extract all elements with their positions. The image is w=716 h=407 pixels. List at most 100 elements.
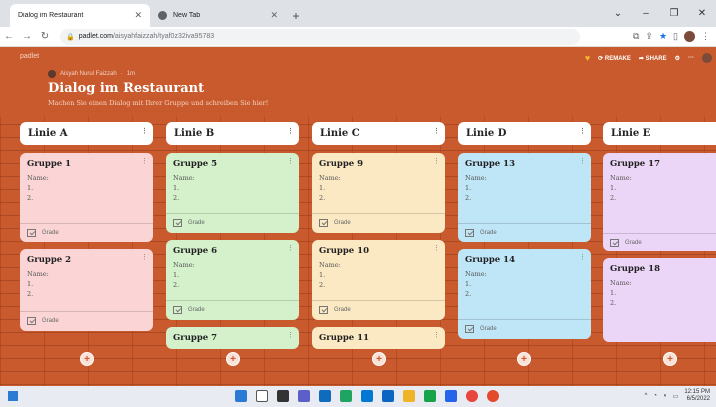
battery-icon[interactable]: ▭ xyxy=(673,393,679,400)
store-icon[interactable] xyxy=(319,390,331,402)
column-header[interactable]: Linie B ⋮ xyxy=(166,122,299,145)
post-card[interactable]: Gruppe 2 Name: 1. 2. ⋮ Grade xyxy=(20,249,153,331)
post-card[interactable]: Gruppe 5 Name: 1. 2. ⋮ Grade xyxy=(166,153,299,233)
column-title: Linie D xyxy=(466,128,507,139)
chrome-icon[interactable] xyxy=(466,390,478,402)
padlet-logo[interactable]: padlet xyxy=(20,53,39,60)
more-icon[interactable]: ⋮ xyxy=(433,157,440,165)
add-post-button[interactable]: + xyxy=(517,352,531,366)
gear-icon[interactable]: ⚙ xyxy=(675,55,680,62)
close-tab-icon[interactable]: ✕ xyxy=(270,10,278,21)
grade-button[interactable]: Grade xyxy=(20,311,153,329)
more-icon[interactable]: ⋮ xyxy=(579,253,586,261)
task-view-icon[interactable] xyxy=(277,390,289,402)
edge-icon[interactable] xyxy=(361,390,373,402)
tab-dialog-im-restaurant[interactable]: Dialog im Restaurant ✕ xyxy=(10,4,150,60)
post-card[interactable]: Gruppe 18 Name: 1. 2. xyxy=(603,258,716,342)
sidepanel-icon[interactable]: ▯ xyxy=(673,31,678,42)
card-title: Gruppe 13 xyxy=(465,159,515,169)
column-header[interactable]: Linie E xyxy=(603,122,716,145)
new-tab-button[interactable]: + xyxy=(286,4,306,27)
tab-new-tab[interactable]: New Tab ✕ xyxy=(150,4,286,27)
grade-button[interactable]: Grade xyxy=(166,213,299,231)
post-card[interactable]: Gruppe 10 Name: 1. 2. ⋮ Grade xyxy=(312,240,445,320)
forward-icon[interactable]: → xyxy=(18,31,36,42)
widgets-icon[interactable] xyxy=(8,391,18,401)
more-icon[interactable]: ⋮ xyxy=(579,157,586,165)
minimize-icon[interactable]: – xyxy=(632,8,660,19)
more-icon[interactable]: ⋮ xyxy=(433,244,440,252)
app-icon[interactable] xyxy=(487,390,499,402)
column-header[interactable]: Linie D ⋮ xyxy=(458,122,591,145)
post-card[interactable]: Gruppe 13 Name: 1. 2. ⋮ Grade xyxy=(458,153,591,242)
close-icon[interactable]: ✕ xyxy=(688,8,716,19)
heart-icon[interactable]: ♥ xyxy=(585,53,590,63)
column-header[interactable]: Linie A ⋮ xyxy=(20,122,153,145)
chevron-down-icon[interactable]: ⌄ xyxy=(604,8,632,19)
post-card[interactable]: Gruppe 7 ⋮ xyxy=(166,327,299,349)
post-card[interactable]: Gruppe 6 Name: 1. 2. ⋮ Grade xyxy=(166,240,299,320)
grade-label: Grade xyxy=(334,306,351,313)
url-field[interactable]: 🔒 padlet.com/aisyahfaizzah/tyaf0z32iva95… xyxy=(60,28,580,45)
clock-time: 12:15 PM xyxy=(684,389,710,395)
install-icon[interactable]: ⧉ xyxy=(633,31,639,42)
grade-button[interactable]: Grade xyxy=(312,213,445,231)
profile-avatar[interactable] xyxy=(684,31,695,42)
more-icon[interactable]: ⋮ xyxy=(141,157,148,165)
clock[interactable]: 12:15 PM 6/5/2022 xyxy=(684,389,710,403)
more-icon[interactable]: ⋮ xyxy=(287,157,294,165)
reload-icon[interactable]: ↻ xyxy=(36,31,54,42)
post-card[interactable]: Gruppe 1 Name: 1. 2. ⋮ Grade xyxy=(20,153,153,242)
post-card[interactable]: Gruppe 9 Name: 1. 2. ⋮ Grade xyxy=(312,153,445,233)
more-icon[interactable]: ⋮ xyxy=(433,331,440,339)
more-icon[interactable]: ··· xyxy=(688,55,694,61)
add-post-button[interactable]: + xyxy=(80,352,94,366)
more-icon[interactable]: ⋮ xyxy=(287,331,294,339)
grade-button[interactable]: Grade xyxy=(312,300,445,318)
more-icon[interactable]: ⋮ xyxy=(141,126,148,135)
chat-icon[interactable] xyxy=(298,390,310,402)
post-card[interactable]: Gruppe 17 Name: 1. 2. Grade xyxy=(603,153,716,251)
card-line: Name: xyxy=(465,270,487,278)
add-post-button[interactable]: + xyxy=(663,352,677,366)
remake-button[interactable]: ⟳ REMAKE xyxy=(598,55,631,62)
bookmark-star-icon[interactable]: ★ xyxy=(659,31,667,42)
word-icon[interactable] xyxy=(445,390,457,402)
more-icon[interactable]: ⋮ xyxy=(579,126,586,135)
card-line: 2. xyxy=(173,281,180,289)
card-line: 1. xyxy=(27,280,34,288)
more-icon[interactable]: ⋮ xyxy=(287,126,294,135)
close-tab-icon[interactable]: ✕ xyxy=(134,10,142,21)
grade-button[interactable]: Grade xyxy=(603,233,716,251)
app-icon[interactable] xyxy=(424,390,436,402)
column-title: Linie E xyxy=(611,128,651,139)
add-post-button[interactable]: + xyxy=(372,352,386,366)
post-card[interactable]: Gruppe 11 ⋮ xyxy=(312,327,445,349)
app-icon[interactable] xyxy=(340,390,352,402)
post-card[interactable]: Gruppe 14 Name: 1. 2. ⋮ Grade xyxy=(458,249,591,339)
back-icon[interactable]: ← xyxy=(0,31,18,42)
grade-button[interactable]: Grade xyxy=(458,319,591,337)
wifi-icon[interactable]: ◔ xyxy=(653,393,657,399)
more-icon[interactable]: ⋮ xyxy=(287,244,294,252)
column-header[interactable]: Linie C ⋮ xyxy=(312,122,445,145)
volume-icon[interactable]: ◖ xyxy=(663,393,667,399)
grade-label: Grade xyxy=(625,239,642,246)
chevron-up-icon[interactable]: ^ xyxy=(645,393,648,399)
more-icon[interactable]: ⋮ xyxy=(433,126,440,135)
grade-button[interactable]: Grade xyxy=(166,300,299,318)
add-post-button[interactable]: + xyxy=(226,352,240,366)
file-explorer-icon[interactable] xyxy=(403,390,415,402)
windows-start-icon[interactable] xyxy=(235,390,247,402)
share-icon[interactable]: ⇪ xyxy=(645,31,653,42)
grade-button[interactable]: Grade xyxy=(20,223,153,241)
avatar[interactable] xyxy=(702,53,712,63)
share-button[interactable]: ➦ SHARE xyxy=(639,55,667,62)
mail-icon[interactable] xyxy=(382,390,394,402)
grade-button[interactable]: Grade xyxy=(458,223,591,241)
card-title: Gruppe 9 xyxy=(319,159,364,169)
menu-kebab-icon[interactable]: ⋮ xyxy=(701,31,710,42)
search-icon[interactable] xyxy=(256,390,268,402)
restore-icon[interactable]: ❐ xyxy=(660,8,688,19)
more-icon[interactable]: ⋮ xyxy=(141,253,148,261)
